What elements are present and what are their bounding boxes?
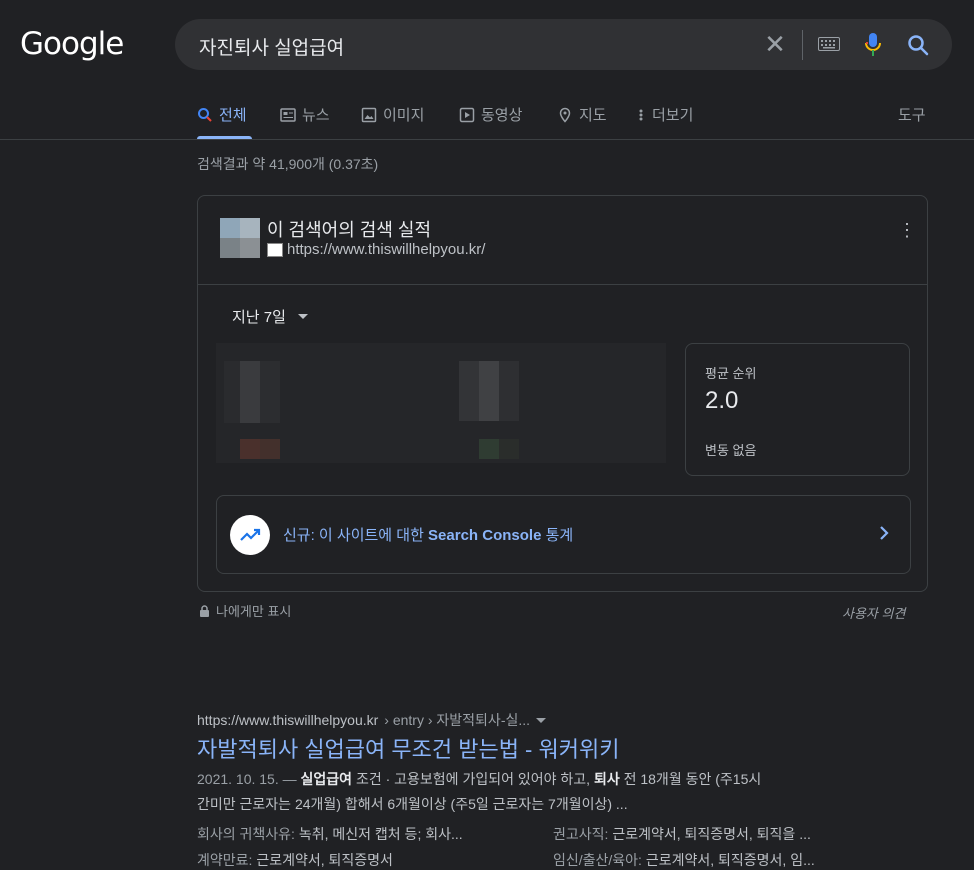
- keyboard-icon[interactable]: [818, 37, 840, 51]
- tab-more[interactable]: 더보기: [636, 104, 693, 125]
- news-icon: [280, 107, 296, 122]
- search-icon: [198, 107, 212, 122]
- period-label: 지난 7일: [232, 309, 286, 326]
- sitelink[interactable]: 회사의 귀책사유: 녹취, 메신저 캡처 등; 회사...: [197, 824, 463, 844]
- video-icon: [459, 107, 475, 122]
- map-pin-icon: [559, 107, 571, 123]
- search-divider: [802, 30, 803, 60]
- result-snippet: 2021. 10. 15. — 실업급여 조건 · 고용보험에 가입되어 있어야…: [197, 771, 762, 812]
- microphone-icon[interactable]: [863, 32, 883, 58]
- sitelink[interactable]: 계약만료: 근로계약서, 퇴직증명서: [197, 850, 393, 870]
- private-visibility-note: 나에게만 표시: [199, 601, 291, 620]
- rank-value: 2.0: [705, 387, 739, 414]
- blurred-metric-impressions: [441, 343, 666, 463]
- sitelink[interactable]: 권고사직: 근로계약서, 퇴직증명서, 퇴직을 ...: [553, 824, 811, 844]
- period-dropdown[interactable]: 지난 7일: [232, 306, 308, 327]
- search-performance-card: 이 검색어의 검색 실적 https://www.thiswillhelpyou…: [197, 195, 928, 592]
- more-options-icon[interactable]: ⋮: [898, 220, 916, 240]
- rank-change: 변동 없음: [705, 443, 757, 458]
- tab-label: 전체: [219, 107, 247, 124]
- lock-icon: [200, 604, 209, 617]
- search-box[interactable]: 자진퇴사 실업급여 ✕: [175, 19, 952, 70]
- result-title[interactable]: 자발적퇴사 실업급여 무조건 받는법 - 워커위키: [197, 732, 619, 764]
- header-divider: [0, 139, 974, 140]
- tools-label: 도구: [898, 107, 926, 124]
- more-vert-icon: [639, 109, 643, 120]
- site-thumbnail: [220, 218, 260, 258]
- tab-videos[interactable]: 동영상: [459, 104, 522, 125]
- image-icon: [361, 107, 377, 122]
- result-menu-caret-icon[interactable]: [536, 717, 547, 723]
- search-console-text: 신규: 이 사이트에 대한 Search Console 통계: [283, 527, 574, 544]
- chevron-right-icon: [880, 526, 889, 540]
- result-breadcrumb[interactable]: https://www.thiswillhelpyou.kr › entry ›…: [197, 710, 547, 730]
- tab-label: 뉴스: [302, 107, 330, 124]
- tab-images[interactable]: 이미지: [361, 104, 424, 125]
- result-url: https://www.thiswillhelpyou.kr: [197, 712, 379, 728]
- private-label: 나에게만 표시: [216, 604, 292, 619]
- google-logo[interactable]: Google: [20, 26, 124, 62]
- search-console-link[interactable]: 신규: 이 사이트에 대한 Search Console 통계: [216, 495, 911, 574]
- blurred-metric-clicks: [216, 343, 441, 463]
- site-url[interactable]: https://www.thiswillhelpyou.kr/: [267, 241, 485, 258]
- card-divider: [198, 284, 927, 285]
- dropdown-caret-icon: [297, 314, 308, 319]
- tab-label: 지도: [579, 107, 607, 124]
- clear-icon[interactable]: ✕: [763, 31, 787, 57]
- result-path: › entry › 자발적퇴사-실...: [384, 712, 531, 728]
- search-icon[interactable]: [906, 33, 930, 57]
- tab-all[interactable]: 전체: [197, 104, 247, 125]
- tab-label: 이미지: [383, 107, 425, 124]
- search-input[interactable]: 자진퇴사 실업급여: [199, 33, 344, 60]
- average-rank-box: 평균 순위 2.0 변동 없음: [685, 343, 910, 476]
- feedback-link[interactable]: 사용자 의견: [842, 603, 905, 622]
- result-stats: 검색결과 약 41,900개 (0.37초): [197, 156, 379, 172]
- tab-label: 더보기: [652, 107, 694, 124]
- favicon-icon: [267, 242, 283, 257]
- rank-label: 평균 순위: [705, 366, 757, 381]
- site-url-text: https://www.thiswillhelpyou.kr/: [287, 241, 486, 258]
- tab-maps[interactable]: 지도: [557, 104, 607, 125]
- tab-label: 동영상: [481, 107, 523, 124]
- trending-up-icon: [230, 515, 270, 555]
- tools-button[interactable]: 도구: [898, 104, 926, 125]
- tab-news[interactable]: 뉴스: [280, 104, 330, 125]
- sitelink[interactable]: 임신/출산/육아: 근로계약서, 퇴직증명서, 임...: [553, 850, 815, 870]
- card-title: 이 검색어의 검색 실적: [267, 220, 432, 240]
